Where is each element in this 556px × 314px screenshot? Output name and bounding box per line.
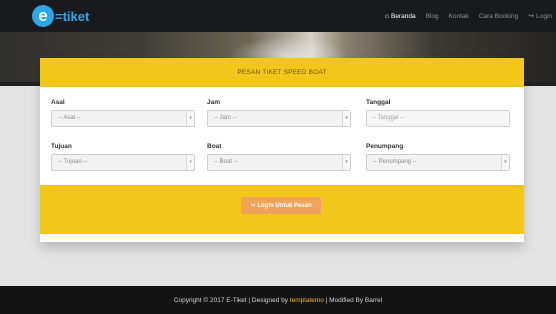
logo-text: =tiket [55, 8, 90, 24]
nav-item-cara-booking[interactable]: Cara Booking [479, 13, 518, 20]
penumpang-value: -- Penumpang -- [373, 159, 417, 165]
tujuan-select[interactable]: -- Tujuan -- ▾ [51, 154, 195, 171]
nav-item-blog[interactable]: Blog [426, 13, 439, 20]
logo-mark: e [32, 5, 54, 27]
login-icon: ↪ [250, 203, 256, 209]
login-to-book-label: Login Untuk Pesan [257, 202, 312, 209]
chevron-down-icon: ▾ [186, 155, 194, 170]
page-footer: Copyright © 2017 E-Tiket | Designed by t… [0, 286, 556, 314]
footer-modified-by: | Modified By Barrel [325, 296, 383, 304]
nav-label-login: Login [536, 13, 552, 20]
asal-label: Asal [51, 99, 65, 106]
booking-title: PESAN TIKET SPEED BOAT [237, 69, 327, 76]
tanggal-label: Tanggal [366, 99, 391, 106]
field-jam: Jam -- Jam -- ▾ [207, 99, 351, 127]
tujuan-value: -- Tujuan -- [58, 159, 88, 165]
tanggal-input[interactable]: -- Tanggal -- [366, 110, 510, 127]
penumpang-label: Penumpang [366, 143, 404, 150]
footer-templatemo-link[interactable]: templatemo [290, 297, 324, 304]
jam-value: -- Jam -- [214, 115, 237, 121]
nav-label-blog: Blog [425, 12, 439, 20]
field-tanggal: Tanggal -- Tanggal -- [366, 99, 510, 127]
field-asal: Asal -- Asal -- ▾ [51, 99, 195, 127]
chevron-down-icon: ▾ [501, 155, 509, 170]
asal-value: -- Asal -- [58, 115, 81, 121]
boat-value: -- Boat -- [214, 159, 238, 165]
chevron-down-icon: ▾ [342, 155, 350, 170]
login-icon: ↪ [528, 13, 535, 20]
jam-label: Jam [207, 99, 221, 106]
field-boat: Boat -- Boat -- ▾ [207, 143, 351, 171]
field-tujuan: Tujuan -- Tujuan -- ▾ [51, 143, 195, 171]
nav-label-cara-booking: Cara Booking [478, 12, 519, 20]
chevron-down-icon: ▾ [186, 111, 194, 126]
booking-card-header: PESAN TIKET SPEED BOAT [40, 58, 524, 87]
booking-card: PESAN TIKET SPEED BOAT Asal -- Asal -- ▾… [40, 58, 524, 242]
penumpang-select[interactable]: -- Penumpang -- ▾ [366, 154, 510, 171]
footer-copyright: Copyright © 2017 E-Tiket | Designed by [173, 296, 289, 304]
tujuan-label: Tujuan [51, 143, 72, 150]
site-logo[interactable]: e =tiket [32, 4, 89, 28]
jam-select[interactable]: -- Jam -- ▾ [207, 110, 351, 127]
navbar: e =tiket ⌂ Beranda Blog Kontak Cara Booki… [0, 0, 556, 32]
boat-label: Boat [207, 143, 222, 150]
chevron-down-icon: ▾ [342, 111, 350, 126]
nav-label-kontak: Kontak [448, 12, 469, 20]
nav-item-login[interactable]: ↪ Login [528, 12, 552, 20]
boat-select[interactable]: -- Boat -- ▾ [207, 154, 351, 171]
login-to-book-button[interactable]: ↪ Login Untuk Pesan [241, 197, 321, 214]
nav-item-beranda[interactable]: ⌂ Beranda [385, 13, 416, 20]
nav-label-beranda: Beranda [390, 12, 416, 20]
home-icon: ⌂ [384, 12, 389, 20]
main-nav: ⌂ Beranda Blog Kontak Cara Booking ↪ Login [375, 0, 552, 32]
nav-item-kontak[interactable]: Kontak [449, 13, 469, 20]
field-penumpang: Penumpang -- Penumpang -- ▾ [366, 143, 510, 171]
tanggal-placeholder: -- Tanggal -- [372, 115, 405, 121]
asal-select[interactable]: -- Asal -- ▾ [51, 110, 195, 127]
